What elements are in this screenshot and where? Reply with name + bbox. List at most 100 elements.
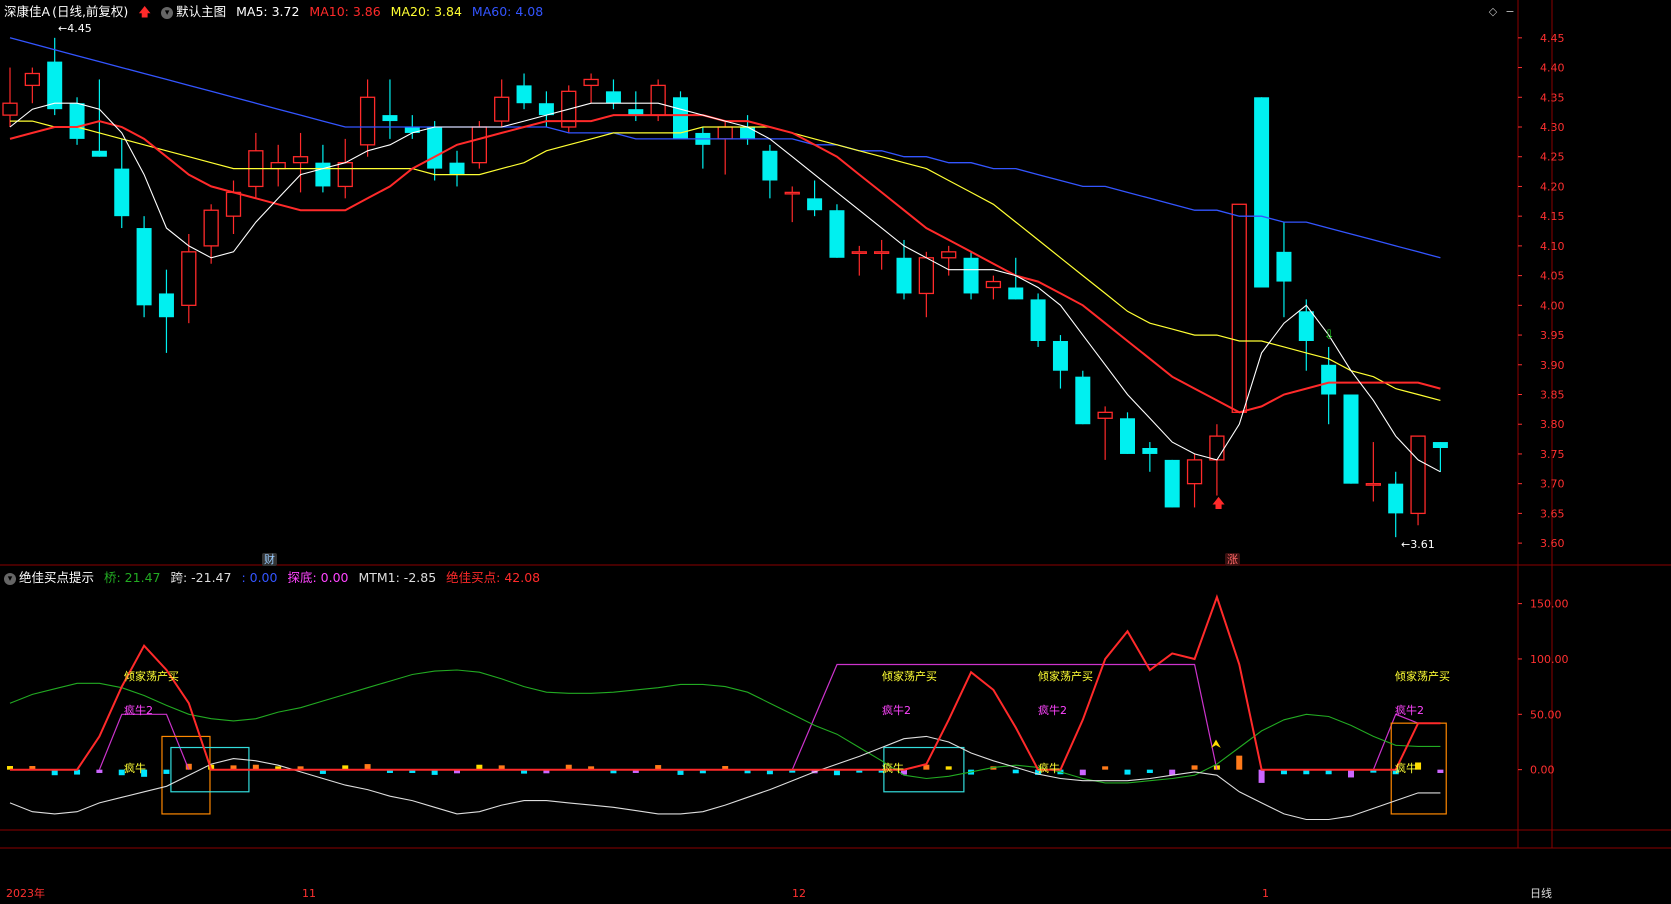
candle-body-up [181, 251, 197, 306]
indicator-bar [1102, 766, 1109, 770]
candle-body-down [1120, 418, 1135, 454]
indicator-bar [1191, 765, 1198, 770]
candle-body-down [69, 103, 85, 139]
indicator-header: ▾ 绝佳买点提示 桥: 21.47 跨: -21.47 : 0.00 探底: 0.… [0, 568, 546, 588]
indicator-bar [163, 769, 170, 774]
indicator-value: 桥: 21.47 [104, 570, 161, 585]
candle-body-down [47, 61, 63, 110]
sell-arrow-icon: ⇩ [1324, 328, 1335, 343]
indicator-value: 绝佳买点: 42.08 [446, 570, 541, 585]
candle-body-up [359, 96, 376, 146]
chart-stage[interactable]: 🡅⇩ ⮝ 4.454.404.354.304.254.204.154.104.0… [0, 0, 1671, 904]
indicator-line-buy-point [10, 593, 1441, 771]
indicator-bar [1124, 769, 1131, 775]
candle-body-up [292, 156, 309, 164]
indicator-bar [1258, 769, 1265, 783]
candle-body-up [941, 251, 957, 259]
candle-body-up [1410, 435, 1426, 515]
signal-fengniu2: 疯牛2 [882, 704, 911, 717]
candle-body-down [1075, 376, 1091, 425]
indicator-bar [945, 766, 952, 770]
ma20-value: MA20: 3.84 [390, 4, 462, 19]
candle-body-down [1008, 287, 1024, 300]
rise-badge[interactable]: 涨 [1225, 553, 1240, 566]
indicator-bar [1348, 769, 1354, 778]
low-price-label: ←3.61 [1401, 538, 1435, 551]
x-axis-label: 11 [302, 887, 316, 900]
indicator-tick-label: 0.00 [1530, 764, 1555, 777]
y-tick-label: 4.35 [1540, 91, 1565, 104]
candle-body-up [471, 126, 488, 164]
candle-body-down [427, 127, 443, 169]
ma10-value: MA10: 3.86 [309, 4, 381, 19]
circle-dropdown-icon[interactable]: ▾ [161, 6, 174, 19]
high-price-label: ←4.45 [58, 22, 92, 35]
candle-body-up [1231, 203, 1247, 413]
candle-body-down [1254, 97, 1270, 288]
circle-dropdown-icon[interactable]: ▾ [4, 572, 16, 585]
candle-body-up [494, 96, 510, 122]
candle-body-up [225, 191, 242, 217]
y-tick-label: 4.00 [1540, 299, 1565, 312]
candle-body-down [1052, 341, 1068, 371]
stock-name[interactable]: 深康佳A [4, 4, 50, 19]
y-tick-label: 4.30 [1540, 121, 1565, 134]
y-tick-label: 4.25 [1540, 151, 1565, 164]
x-axis-label: 2023年 [6, 887, 45, 900]
indicator-name[interactable]: 绝佳买点提示 [19, 570, 94, 585]
signal-qingjia: 倾家荡产买 [1038, 670, 1093, 683]
grid-layer [0, 0, 1671, 849]
y-tick-label: 3.75 [1540, 448, 1565, 461]
signal-qingjia: 倾家荡产买 [1395, 670, 1450, 683]
main-chart-header: 深康佳A (日线,前复权) 🡅 ▾ 默认主图 MA5: 3.72 MA10: 3.8… [0, 2, 549, 22]
candle-body-up [985, 280, 1002, 289]
y-tick-label: 3.90 [1540, 359, 1565, 372]
indicator-value: : 0.00 [241, 570, 278, 585]
signal-fengniu2: 疯牛2 [1395, 704, 1424, 717]
main-candle-chart: 🡅⇩ [2, 37, 1448, 538]
candle-body-up [1097, 411, 1113, 419]
signal-fengniu2: 疯牛2 [1038, 704, 1067, 717]
candle-body-down [1388, 483, 1404, 514]
signal-fengniu: 疯牛 [124, 762, 146, 775]
candle-body-down [1321, 364, 1337, 395]
candle-body-up [851, 251, 867, 254]
candle-body-down [963, 257, 979, 294]
indicator-tick-label: 150.00 [1530, 598, 1569, 611]
indicator-value: 探底: 0.00 [287, 570, 349, 585]
signal-fengniu: 疯牛 [1038, 762, 1060, 775]
indicator-bar [1012, 769, 1019, 774]
main-chart-label[interactable]: 默认主图 [176, 4, 226, 19]
y-tick-label: 3.95 [1540, 329, 1565, 342]
signal-fengniu: 疯牛 [1395, 762, 1417, 775]
finance-badge[interactable]: 财 [262, 553, 277, 566]
minimize-icon[interactable]: − [1503, 6, 1517, 18]
candle-body-up [918, 257, 934, 295]
y-tick-label: 4.40 [1540, 62, 1565, 75]
x-axis-label: 12 [792, 887, 806, 900]
candle-body-down [315, 162, 331, 187]
yellow-arrow-icon: ⮝ [1211, 737, 1221, 751]
y-tick-label: 4.45 [1540, 32, 1565, 45]
candle-body-down [91, 150, 107, 157]
signal-fengniu: 疯牛 [882, 762, 904, 775]
indicator-value: MTM1: -2.85 [358, 570, 437, 585]
candle-body-down [807, 198, 823, 211]
diamond-icon[interactable]: ◇ [1486, 6, 1500, 18]
signal-fengniu2: 疯牛2 [124, 704, 153, 717]
candle-body-up [1186, 459, 1203, 485]
price-axis: 4.45 4.40 4.35 4.30 4.25 4.20 4.15 4.10 4.05 4.00… [1518, 32, 1569, 777]
period-tab[interactable]: 日线 [1528, 887, 1554, 900]
y-tick-label: 3.65 [1540, 507, 1565, 520]
candle-body-up [2, 102, 18, 116]
candle-body-down [829, 210, 845, 258]
candle-body-up [717, 126, 733, 140]
candle-body-up [203, 209, 219, 247]
indicator-bar [1437, 769, 1444, 773]
candle-body-down [1164, 459, 1180, 508]
indicator-bar [1236, 755, 1243, 770]
signal-guide-line [791, 663, 1218, 770]
indicator-bar [1146, 769, 1153, 773]
ma5-value: MA5: 3.72 [236, 4, 300, 19]
candle-body-down [158, 293, 174, 318]
